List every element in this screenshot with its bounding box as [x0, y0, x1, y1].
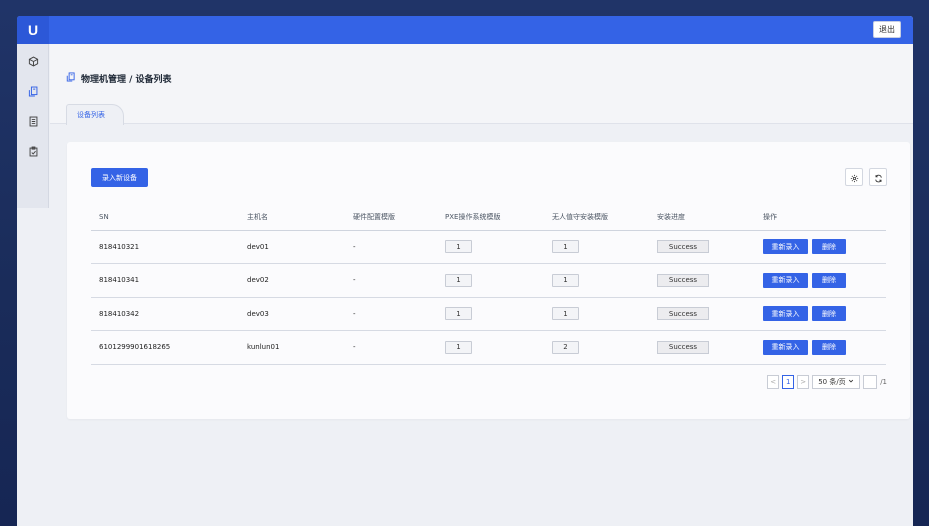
cell-install-progress: Success	[649, 230, 755, 264]
page-size-select[interactable]: 50 条/页	[812, 375, 861, 389]
delete-button[interactable]: 删除	[812, 339, 846, 355]
pxe-template-value[interactable]: 1	[445, 273, 472, 287]
cell-hostname: kunlun01	[239, 330, 345, 365]
cell-unattended-template: 2	[544, 330, 649, 365]
page-number-current[interactable]: 1	[782, 375, 795, 389]
breadcrumb: 物理机管理 / 设备列表	[66, 72, 172, 85]
status-badge: Success	[657, 240, 709, 254]
status-badge: Success	[657, 307, 709, 321]
sidebar-empty-area	[17, 208, 49, 526]
cell-sn: 818410342	[91, 297, 239, 331]
cell-sn: 818410341	[91, 263, 239, 298]
cell-pxe-template: 1	[437, 330, 544, 365]
unattended-template-value[interactable]: 1	[552, 273, 579, 287]
cell-actions: 重新录入 删除	[755, 263, 886, 298]
table-header-row: SN 主机名 硬件配置模版 PXE操作系统模版 无人值守安装模版 安装进度 操作	[91, 204, 886, 231]
breadcrumb-text: 物理机管理 / 设备列表	[81, 75, 172, 85]
pxe-template-value[interactable]: 1	[445, 307, 472, 321]
cell-hardware-template: -	[345, 263, 437, 298]
device-list-card: 录入新设备 SN 主机名 硬件配置模版 PXE操作系统模版 无人值守安装模版 安…	[67, 142, 910, 419]
table-row: 818410321 dev01 - 1 1 Success 重新录入 删除	[91, 230, 886, 264]
column-header-hardware-template[interactable]: 硬件配置模版	[345, 204, 437, 231]
refresh-icon	[874, 168, 883, 187]
sidebar-item-cube[interactable]	[17, 46, 49, 76]
column-header-install-progress[interactable]: 安装进度	[649, 204, 755, 231]
sidebar-item-clipboard[interactable]	[17, 136, 49, 166]
cell-unattended-template: 1	[544, 263, 649, 298]
column-header-hostname[interactable]: 主机名	[239, 204, 345, 231]
column-header-actions: 操作	[755, 204, 886, 231]
status-badge: Success	[657, 273, 709, 287]
top-header: U 退出	[17, 16, 913, 44]
device-table: SN 主机名 硬件配置模版 PXE操作系统模版 无人值守安装模版 安装进度 操作…	[91, 204, 886, 365]
chevron-down-icon	[848, 378, 854, 386]
add-device-button[interactable]: 录入新设备	[91, 168, 148, 187]
unattended-template-value[interactable]: 1	[552, 307, 579, 321]
cell-hostname: dev02	[239, 263, 345, 298]
sidebar-item-server[interactable]	[17, 76, 49, 106]
cell-sn: 6101299901618265	[91, 330, 239, 365]
pxe-template-value[interactable]: 1	[445, 340, 472, 354]
column-header-unattended-template[interactable]: 无人值守安装模版	[544, 204, 649, 231]
cell-install-progress: Success	[649, 263, 755, 298]
re-enter-button[interactable]: 重新录入	[763, 272, 808, 288]
column-header-sn[interactable]: SN	[91, 204, 239, 231]
gear-icon	[850, 168, 859, 187]
page-jump-input[interactable]	[863, 375, 878, 389]
cell-hardware-template: -	[345, 297, 437, 331]
cell-actions: 重新录入 删除	[755, 297, 886, 331]
cell-hostname: dev03	[239, 297, 345, 331]
table-row: 6101299901618265 kunlun01 - 1 2 Success …	[91, 330, 886, 365]
cell-sn: 818410321	[91, 230, 239, 264]
delete-button[interactable]: 删除	[812, 272, 846, 288]
cell-install-progress: Success	[649, 297, 755, 331]
cell-install-progress: Success	[649, 330, 755, 365]
prev-page-button[interactable]: <	[767, 375, 780, 389]
delete-button[interactable]: 删除	[812, 239, 846, 255]
cube-icon	[28, 52, 39, 71]
document-icon	[28, 112, 39, 131]
cell-pxe-template: 1	[437, 297, 544, 331]
cell-actions: 重新录入 删除	[755, 330, 886, 365]
app-window: U 退出 物理机管理 / 设备列表 设备列表 录入新设备 SN 主机名 硬件配置…	[17, 16, 913, 526]
cell-hardware-template: -	[345, 330, 437, 365]
unattended-template-value[interactable]: 2	[552, 340, 579, 354]
clipboard-icon	[28, 142, 39, 161]
pagination: < 1 > 50 条/页 /1	[767, 375, 887, 389]
pxe-template-value[interactable]: 1	[445, 240, 472, 254]
sidebar	[17, 44, 49, 526]
logout-button[interactable]: 退出	[873, 21, 901, 38]
cell-hostname: dev01	[239, 230, 345, 264]
cell-unattended-template: 1	[544, 230, 649, 264]
server-icon	[28, 82, 39, 101]
cell-hardware-template: -	[345, 230, 437, 264]
cell-pxe-template: 1	[437, 230, 544, 264]
next-page-button[interactable]: >	[797, 375, 810, 389]
status-badge: Success	[657, 340, 709, 354]
re-enter-button[interactable]: 重新录入	[763, 239, 808, 255]
re-enter-button[interactable]: 重新录入	[763, 306, 808, 322]
re-enter-button[interactable]: 重新录入	[763, 339, 808, 355]
total-pages: /1	[880, 378, 887, 386]
table-row: 818410342 dev03 - 1 1 Success 重新录入 删除	[91, 297, 886, 331]
main-content: 物理机管理 / 设备列表 设备列表 录入新设备 SN 主机名 硬件配置模版 PX…	[50, 44, 913, 526]
delete-button[interactable]: 删除	[812, 306, 846, 322]
table-row: 818410341 dev02 - 1 1 Success 重新录入 删除	[91, 263, 886, 298]
unattended-template-value[interactable]: 1	[552, 240, 579, 254]
server-icon	[66, 72, 76, 85]
cell-pxe-template: 1	[437, 263, 544, 298]
cell-actions: 重新录入 删除	[755, 230, 886, 264]
column-header-pxe-template[interactable]: PXE操作系统模版	[437, 204, 544, 231]
settings-button[interactable]	[845, 168, 863, 186]
refresh-button[interactable]	[869, 168, 887, 186]
page-header: 物理机管理 / 设备列表 设备列表	[50, 44, 913, 125]
page-size-value: 50 条/页	[818, 378, 846, 386]
app-logo[interactable]: U	[17, 16, 49, 44]
cell-unattended-template: 1	[544, 297, 649, 331]
sidebar-item-document[interactable]	[17, 106, 49, 136]
tab-device-list[interactable]: 设备列表	[66, 104, 124, 125]
